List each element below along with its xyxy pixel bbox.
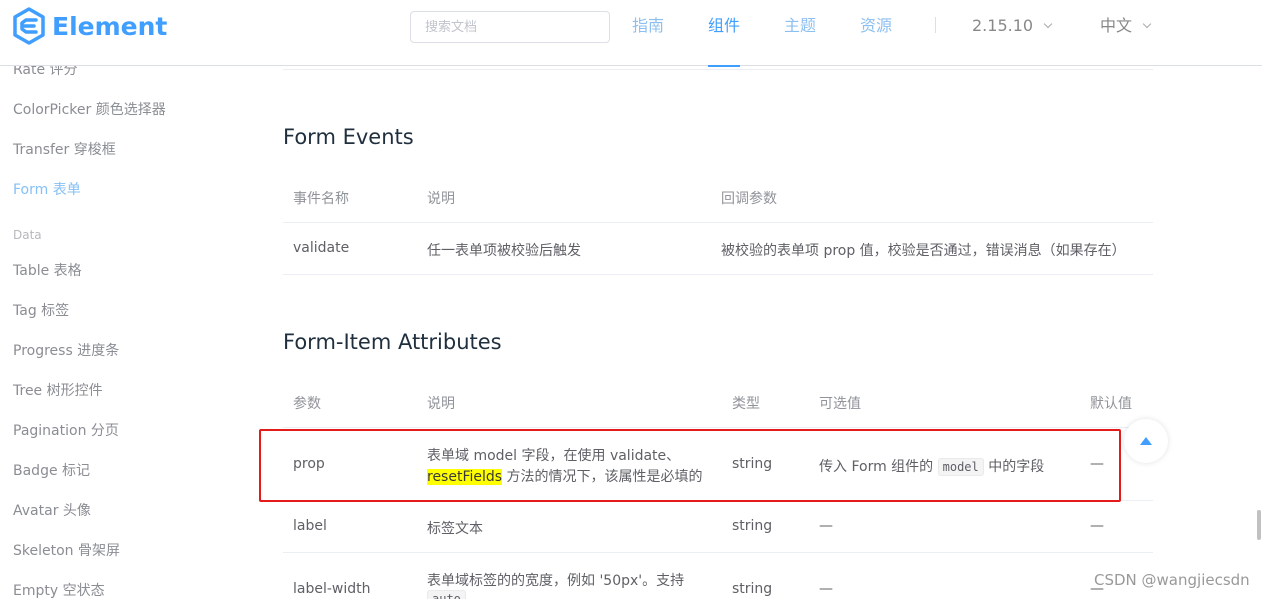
attr-row-prop-default: — [1090, 456, 1104, 472]
attr-row-label-name: label [293, 518, 327, 534]
search-input[interactable] [410, 11, 610, 43]
table-divider [283, 69, 1153, 70]
attr-header-type: 类型 [732, 396, 760, 412]
attr-row-labelwidth-type: string [732, 581, 773, 597]
sidebar-item-tag[interactable]: Tag 标签 [13, 300, 69, 320]
events-row-desc: 任一表单项被校验后触发 [427, 243, 581, 259]
sidebar-item-progress[interactable]: Progress 进度条 [13, 340, 119, 360]
attr-row-prop-name: prop [293, 456, 325, 472]
sidebar-item-rate[interactable]: Rate 评分 [13, 66, 78, 79]
attr-row-labelwidth-desc: 表单域标签的的宽度，例如 '50px'。支持 [427, 573, 685, 589]
attr-row-prop-desc-rest: 方法的情况下，该属性是必填的 [502, 469, 703, 485]
events-header-params: 回调参数 [721, 191, 777, 207]
attr-row-label-options: — [819, 518, 833, 534]
top-header: Element 指南 组件 主题 资源 2.15.10 中文 [0, 0, 1262, 67]
events-header-name: 事件名称 [293, 191, 349, 207]
events-header-desc: 说明 [427, 191, 455, 207]
sidebar-item-avatar[interactable]: Avatar 头像 [13, 500, 91, 520]
nav-divider [935, 17, 936, 33]
logo[interactable]: Element [12, 6, 167, 46]
table-divider [283, 500, 1153, 501]
attr-row-prop-options-text: 传入 Form 组件的 [819, 459, 938, 475]
attr-row-label-default: — [1090, 518, 1104, 534]
sidebar-item-colorpicker[interactable]: ColorPicker 颜色选择器 [13, 99, 166, 119]
element-logo-icon [13, 7, 45, 45]
attributes-title: Form-Item Attributes [283, 330, 502, 354]
sidebar-item-empty[interactable]: Empty 空状态 [13, 580, 105, 599]
table-divider [283, 222, 1153, 223]
back-to-top-button[interactable] [1124, 419, 1168, 463]
highlighted-text: resetFields [427, 469, 503, 485]
version-label: 2.15.10 [972, 16, 1034, 35]
attr-row-prop-desc-line1: 表单域 model 字段，在使用 validate、 [427, 448, 681, 464]
attr-row-label-type: string [732, 518, 773, 534]
sidebar-group-data: Data [13, 228, 42, 242]
attr-header-default: 默认值 [1090, 396, 1132, 412]
events-row-name: validate [293, 240, 350, 256]
version-dropdown[interactable]: 2.15.10 [972, 0, 1053, 52]
attr-header-param: 参数 [293, 396, 321, 412]
inline-code: model [937, 458, 984, 476]
sidebar: Rate 评分 ColorPicker 颜色选择器 Transfer 穿梭框 F… [0, 66, 250, 599]
inline-code: auto [427, 590, 466, 599]
caret-up-icon [1140, 437, 1152, 445]
language-dropdown[interactable]: 中文 [1100, 0, 1152, 52]
attr-row-prop-desc-line2: resetFields 方法的情况下，该属性是必填的 [427, 466, 703, 486]
sidebar-item-table[interactable]: Table 表格 [13, 260, 82, 280]
language-label: 中文 [1100, 16, 1133, 35]
attr-row-prop-options: 传入 Form 组件的 model 中的字段 [819, 456, 1044, 476]
attr-row-prop-options-text: 中的字段 [983, 459, 1045, 475]
attr-row-labelwidth-name: label-width [293, 581, 371, 597]
chevron-down-icon [1043, 19, 1053, 29]
sidebar-item-transfer[interactable]: Transfer 穿梭框 [13, 139, 116, 159]
nav-theme[interactable]: 主题 [784, 0, 816, 66]
sidebar-item-pagination[interactable]: Pagination 分页 [13, 420, 119, 440]
nav-resource[interactable]: 资源 [860, 0, 892, 66]
attr-header-desc: 说明 [427, 396, 455, 412]
attr-row-labelwidth-desc-line2: auto [427, 590, 466, 599]
nav-guide[interactable]: 指南 [632, 0, 664, 66]
chevron-down-icon [1142, 19, 1152, 29]
watermark: CSDN @wangjiecsdn [1094, 571, 1250, 589]
sidebar-item-skeleton[interactable]: Skeleton 骨架屏 [13, 540, 120, 560]
events-row-params: 被校验的表单项 prop 值，校验是否通过，错误消息（如果存在） [721, 243, 1126, 259]
sidebar-item-form[interactable]: Form 表单 [13, 179, 81, 199]
nav-component[interactable]: 组件 [708, 0, 741, 67]
table-divider [283, 274, 1153, 275]
table-divider [283, 552, 1153, 553]
attr-row-prop-type: string [732, 456, 773, 472]
attr-row-label-desc: 标签文本 [427, 521, 483, 537]
events-title: Form Events [283, 125, 414, 149]
attr-header-options: 可选值 [819, 396, 861, 412]
sidebar-item-tree[interactable]: Tree 树形控件 [13, 380, 103, 400]
main-content: Form Events 事件名称 说明 回调参数 validate 任一表单项被… [283, 66, 1153, 599]
attr-row-labelwidth-options: — [819, 581, 833, 597]
scrollbar[interactable] [1257, 510, 1261, 540]
table-divider [283, 427, 1153, 428]
logo-text: Element [52, 11, 168, 41]
sidebar-item-badge[interactable]: Badge 标记 [13, 460, 90, 480]
